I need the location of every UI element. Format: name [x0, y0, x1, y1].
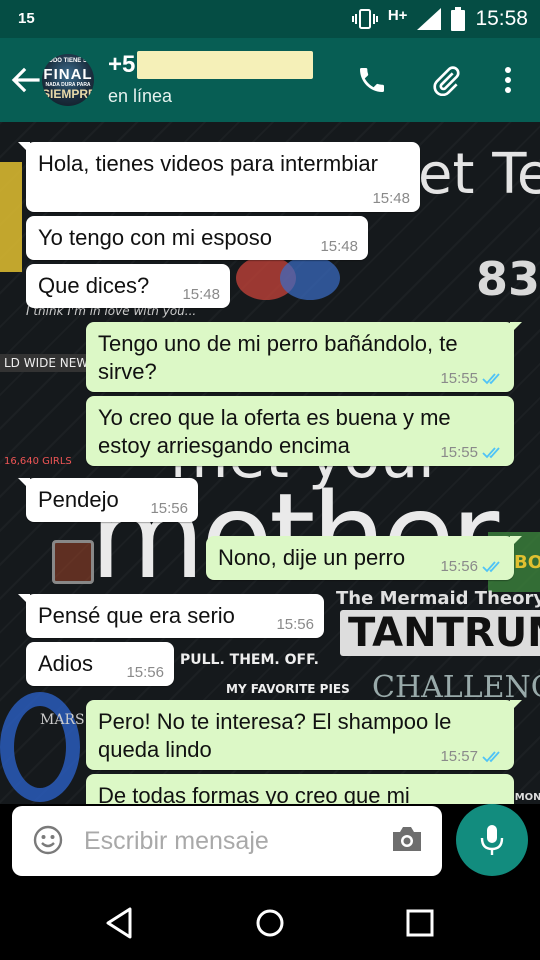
bubble-tail [510, 536, 522, 548]
clock: 15:58 [475, 7, 528, 30]
message-time: 15:55 [440, 444, 478, 461]
message-meta: 15:48 [372, 190, 410, 208]
wallpaper-text: The Mermaid Theory [336, 588, 540, 609]
wallpaper-shape [280, 256, 340, 300]
battery-icon [451, 7, 466, 31]
message-time: 15:56 [276, 616, 314, 633]
message-meta: 15:56 [126, 664, 164, 682]
message-text: Pero! No te interesa? El shampoo le qued… [98, 709, 452, 762]
bubble-tail [18, 478, 30, 490]
outgoing-message[interactable]: Nono, dije un perro 15:56 [206, 536, 522, 580]
message-text: Yo creo que la oferta es buena y me esto… [98, 405, 451, 458]
message-meta: 15:57 [440, 748, 504, 766]
avatar[interactable]: TODO TIENE SU FINAL NADA DURA PARA SIEMP… [42, 54, 94, 106]
message-meta: 15:55 [440, 444, 504, 462]
wallpaper-text: LD WIDE NEWS [0, 354, 100, 372]
message-time: 15:57 [440, 748, 478, 765]
more-vert-icon[interactable] [496, 64, 520, 96]
wallpaper-text: BO [514, 552, 540, 573]
message-text: Yo tengo con mi esposo [38, 225, 273, 250]
incoming-message[interactable]: Pensé que era serio 15:56 [18, 594, 324, 638]
status-bar: 15 H+ 15:58 [0, 0, 540, 38]
contact-name[interactable]: +5 [108, 50, 314, 80]
message-text: De todas formas yo creo que mi [98, 783, 410, 804]
message-time: 15:56 [440, 558, 478, 575]
status-indicator: 15 [18, 10, 35, 27]
wallpaper-shape [52, 540, 94, 584]
back-arrow-icon[interactable] [10, 66, 40, 94]
mic-button[interactable] [456, 804, 528, 876]
incoming-message[interactable]: Pendejo 15:56 [18, 478, 198, 522]
wallpaper-text: PULL. THEM. OFF. [180, 652, 319, 668]
outgoing-message[interactable]: Yo creo que la oferta es buena y me esto… [86, 396, 514, 466]
chat-header: TODO TIENE SU FINAL NADA DURA PARA SIEMP… [0, 38, 540, 122]
double-check-icon [482, 561, 500, 573]
paperclip-icon[interactable] [430, 64, 462, 96]
message-text: Adios [38, 651, 94, 676]
message-time: 15:48 [182, 286, 220, 303]
message-text: Tengo uno de mi perro bañándolo, te sirv… [98, 331, 458, 384]
wallpaper-text: TANTRUM [340, 610, 540, 656]
camera-icon[interactable] [390, 824, 424, 854]
double-check-icon [482, 751, 500, 763]
chat-area[interactable]: met your mother et Ted? 839 The Mermaid … [0, 122, 540, 804]
message-text: Que dices? [38, 273, 150, 298]
wallpaper-text: 839 [476, 252, 540, 306]
emoji-icon[interactable] [32, 824, 64, 856]
message-text: Pensé que era serio [38, 603, 235, 628]
incoming-message[interactable]: Que dices? 15:48 [26, 264, 230, 308]
wallpaper-text: et Ted? [418, 142, 540, 207]
compose-bar [0, 804, 540, 888]
phone-icon[interactable] [356, 64, 388, 96]
back-triangle-icon[interactable] [104, 906, 136, 940]
wallpaper-shape [0, 162, 22, 272]
home-circle-icon[interactable] [254, 906, 286, 940]
bubble-tail [18, 142, 30, 154]
recents-square-icon[interactable] [404, 906, 436, 940]
outgoing-message[interactable]: De todas formas yo creo que mi [86, 774, 514, 804]
redacted-name [137, 51, 314, 79]
message-input[interactable] [84, 822, 374, 860]
signal-icon [417, 8, 442, 30]
vibrate-icon [351, 9, 378, 29]
bubble-tail [510, 700, 522, 712]
incoming-message[interactable]: Yo tengo con mi esposo 15:48 [26, 216, 368, 260]
message-meta: 15:56 [150, 500, 188, 518]
contact-status: en línea [108, 86, 173, 106]
wallpaper-text: MY FAVORITE PIES [226, 682, 350, 696]
incoming-message[interactable]: Hola, tienes videos para intermbiar 15:4… [18, 142, 420, 212]
message-time: 15:48 [320, 238, 358, 255]
message-meta: 15:48 [182, 286, 220, 304]
avatar-text-line: TODO TIENE SU [44, 58, 92, 64]
double-check-icon [482, 373, 500, 385]
incoming-message[interactable]: Adios 15:56 [26, 642, 174, 686]
outgoing-message[interactable]: Pero! No te interesa? El shampoo le qued… [86, 700, 522, 770]
message-text: Hola, tienes videos para intermbiar [38, 151, 378, 176]
bubble-tail [510, 322, 522, 334]
double-check-icon [482, 447, 500, 459]
android-nav-bar [0, 888, 540, 960]
message-time: 15:56 [126, 664, 164, 681]
wallpaper-text: MARS [40, 712, 85, 728]
message-time: 15:56 [150, 500, 188, 517]
message-time: 15:48 [372, 190, 410, 207]
contact-name-prefix: +5 [108, 51, 136, 78]
message-meta: 15:56 [276, 616, 314, 634]
bubble-tail [18, 594, 30, 606]
avatar-text-line: SIEMPRE [42, 87, 94, 101]
message-input-container [12, 806, 442, 876]
message-meta: 15:56 [440, 558, 504, 576]
wallpaper-text: 16,640 GIRLS [4, 456, 72, 467]
message-text: Nono, dije un perro [218, 545, 406, 570]
message-meta: 15:55 [440, 370, 504, 388]
message-text: Pendejo [38, 487, 119, 512]
avatar-text-line: FINAL [43, 66, 93, 83]
message-time: 15:55 [440, 370, 478, 387]
message-meta: 15:48 [320, 238, 358, 256]
network-type: H+ [387, 6, 408, 24]
outgoing-message[interactable]: Tengo uno de mi perro bañándolo, te sirv… [86, 322, 522, 392]
wallpaper-shape [0, 692, 80, 802]
mic-icon [480, 825, 504, 855]
